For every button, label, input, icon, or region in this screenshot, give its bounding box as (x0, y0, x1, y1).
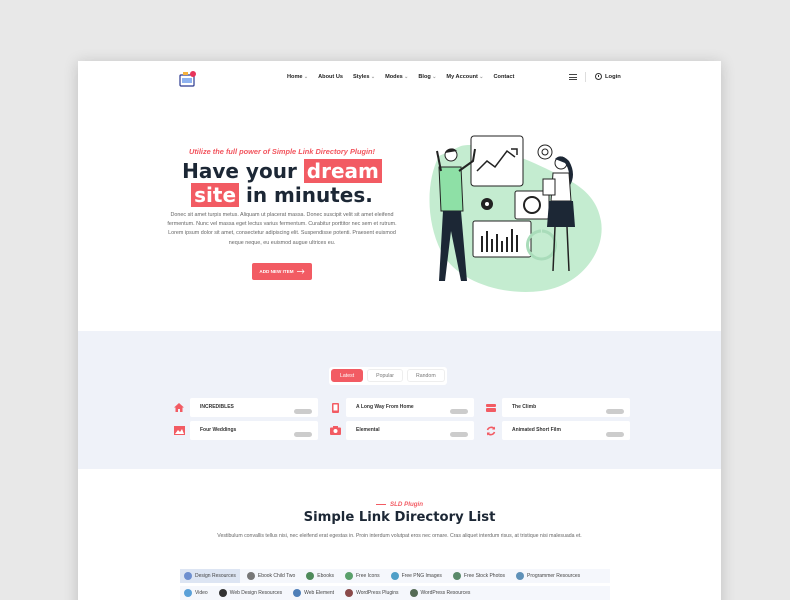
item-badge (450, 409, 468, 414)
list-item[interactable]: Animated Short Film (480, 421, 630, 440)
item-label: The Climb (512, 404, 537, 410)
list-item[interactable]: The Climb (480, 398, 630, 417)
category-label: Design Resources (195, 573, 236, 579)
hero-title-part2: in minutes. (239, 183, 373, 207)
mobile-icon (331, 402, 339, 413)
item-label: A Long Way From Home (356, 404, 414, 410)
category-web-element[interactable]: Web Element (289, 586, 338, 600)
directory-title: Simple Link Directory List (303, 510, 496, 525)
refresh-icon (486, 426, 496, 435)
list-item[interactable]: A Long Way From Home (324, 398, 474, 417)
category-label: Programmer Resources (527, 573, 581, 579)
tab-random[interactable]: Random (407, 369, 445, 382)
nav-styles[interactable]: Styles (353, 74, 375, 80)
category-row: Design Resources Ebook Child Two Ebooks … (180, 569, 610, 583)
item-badge (450, 432, 468, 437)
item-badge (294, 432, 312, 437)
image-icon (173, 426, 185, 435)
category-label: Free Stock Photos (463, 573, 506, 579)
item-badge (606, 432, 624, 437)
category-list: Design Resources Ebook Child Two Ebooks … (180, 569, 610, 600)
page-frame: Home About Us Styles Modes Blog My Accou… (78, 61, 721, 600)
category-label: WordPress Plugins (356, 590, 399, 596)
category-design-resources[interactable]: Design Resources (180, 569, 240, 583)
camera-icon (329, 426, 341, 435)
site-header: Home About Us Styles Modes Blog My Accou… (78, 61, 721, 95)
site-logo[interactable] (178, 69, 198, 89)
item-label: INCREDIBLES (200, 404, 234, 410)
header-divider (585, 72, 586, 82)
hero-illustration (429, 135, 602, 292)
hero-description: Donec sit amet turpis metus. Aliquam ut … (167, 212, 397, 246)
hero-title-part1: Have your (182, 159, 304, 183)
item-label: Animated Short Film (512, 427, 561, 433)
category-label: Free PNG Images (401, 573, 442, 579)
hero-highlight-dream: dream (303, 159, 382, 183)
category-free-png-images[interactable]: Free PNG Images (387, 569, 446, 583)
category-free-stock-photos[interactable]: Free Stock Photos (449, 569, 509, 583)
arrow-right-icon (296, 269, 305, 274)
item-badge (294, 409, 312, 414)
nav-contact[interactable]: Contact (494, 74, 515, 80)
menu-icon[interactable] (569, 74, 577, 82)
home-icon (174, 403, 184, 412)
category-label: WordPress Resources (420, 590, 471, 596)
items-tabs: Latest Popular Random (329, 367, 447, 385)
nav-about-us[interactable]: About Us (318, 74, 343, 80)
tab-popular[interactable]: Popular (367, 369, 404, 382)
tab-latest[interactable]: Latest (331, 369, 364, 382)
category-free-icons[interactable]: Free Icons (341, 569, 384, 583)
category-video[interactable]: Video (180, 586, 212, 600)
list-item[interactable]: Four Weddings (168, 421, 318, 440)
category-label: Ebook Child Two (257, 573, 296, 579)
category-label: Web Element (304, 590, 335, 596)
login-button[interactable]: Login (595, 73, 621, 80)
category-wordpress-plugins[interactable]: WordPress Plugins (341, 586, 402, 600)
power-icon (595, 73, 602, 80)
directory-description: Vestibulum convallis tellus nisi, nec el… (217, 533, 582, 539)
hero-tagline: Utilize the full power of Simple Link Di… (188, 147, 375, 156)
hero-highlight-site: site (191, 183, 240, 207)
main-nav: Home About Us Styles Modes Blog My Accou… (287, 74, 524, 80)
category-label: Web Design Resources (229, 590, 283, 596)
nav-modes[interactable]: Modes (385, 74, 408, 80)
category-label: Video (195, 590, 208, 596)
category-ebook-child-two[interactable]: Ebook Child Two (243, 569, 299, 583)
nav-my-account[interactable]: My Account (446, 74, 483, 80)
item-label: Elemental (356, 427, 380, 433)
category-row: Video Web Design Resources Web Element W… (180, 586, 610, 600)
category-label: Ebooks (317, 573, 334, 579)
category-wordpress-resources[interactable]: WordPress Resources (406, 586, 475, 600)
drive-icon (486, 403, 496, 412)
list-item[interactable]: INCREDIBLES (168, 398, 318, 417)
category-programmer-resources[interactable]: Programmer Resources (512, 569, 584, 583)
nav-blog[interactable]: Blog (418, 74, 436, 80)
item-label: Four Weddings (200, 427, 237, 433)
login-label: Login (605, 73, 621, 80)
category-label: Free Icons (355, 573, 380, 579)
add-new-item-button[interactable]: ADD NEW ITEM (252, 263, 312, 280)
category-web-design-resources[interactable]: Web Design Resources (215, 586, 286, 600)
category-ebooks[interactable]: Ebooks (302, 569, 338, 583)
hero-title: Have your dream site in minutes. (174, 159, 390, 207)
directory-tag: SLD Plugin (78, 501, 721, 508)
nav-home[interactable]: Home (287, 74, 308, 80)
list-item[interactable]: Elemental (324, 421, 474, 440)
items-section: Latest Popular Random INCREDIBLES A Long… (78, 331, 721, 469)
add-new-item-label: ADD NEW ITEM (259, 269, 294, 274)
item-badge (606, 409, 624, 414)
